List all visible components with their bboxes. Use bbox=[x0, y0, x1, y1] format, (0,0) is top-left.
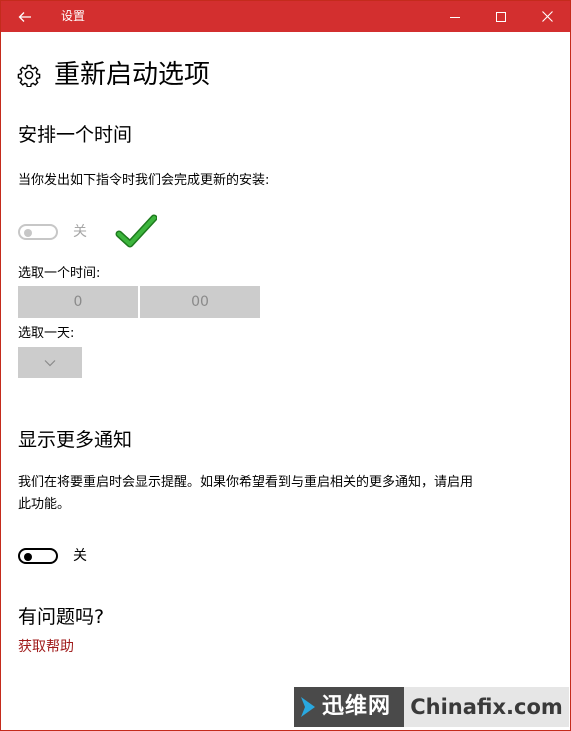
arrow-left-icon bbox=[18, 11, 31, 22]
notifications-description-line2: 此功能。 bbox=[18, 497, 71, 512]
green-checkmark-icon bbox=[115, 214, 157, 248]
minute-field[interactable]: 00 bbox=[140, 286, 260, 318]
maximize-button[interactable] bbox=[478, 1, 524, 32]
page-title: 重新启动选项 bbox=[54, 60, 211, 90]
schedule-toggle-state: 关 bbox=[73, 224, 87, 240]
schedule-toggle[interactable] bbox=[18, 224, 58, 240]
watermark-logo: 迅维网 bbox=[294, 687, 404, 727]
settings-window: 设置 重新启动选项 安排一个时间 当你发出如下指令时我们会完成更新的安装: 关 … bbox=[0, 0, 571, 731]
gear-icon bbox=[17, 64, 41, 87]
notifications-description-line1: 我们在将要重启时会显示提醒。如果你希望看到与重启相关的更多通知，请启用 bbox=[18, 475, 474, 490]
minimize-icon bbox=[450, 16, 460, 18]
notifications-heading: 显示更多通知 bbox=[18, 429, 133, 451]
notifications-toggle-state: 关 bbox=[73, 548, 87, 564]
help-heading: 有问题吗? bbox=[18, 606, 105, 628]
page-header: 重新启动选项 bbox=[17, 57, 210, 93]
day-label: 选取一天: bbox=[18, 326, 75, 341]
time-label: 选取一个时间: bbox=[18, 266, 101, 281]
time-picker[interactable]: 0 00 bbox=[18, 286, 260, 318]
watermark-en-box: Chinafix.com bbox=[404, 687, 569, 727]
schedule-description: 当你发出如下指令时我们会完成更新的安装: bbox=[18, 173, 270, 188]
close-button[interactable] bbox=[524, 1, 570, 32]
notifications-toggle[interactable] bbox=[18, 548, 58, 564]
day-dropdown[interactable] bbox=[18, 347, 82, 378]
hour-field[interactable]: 0 bbox=[18, 286, 138, 318]
maximize-icon bbox=[496, 11, 506, 22]
back-button[interactable] bbox=[1, 1, 49, 32]
watermark-cn-text: 迅维网 bbox=[322, 694, 392, 719]
toggle-knob bbox=[24, 229, 32, 237]
get-help-link[interactable]: 获取帮助 bbox=[18, 638, 74, 657]
watermark-en-text: Chinafix.com bbox=[410, 695, 563, 719]
toggle-knob bbox=[24, 553, 32, 561]
chevron-down-icon bbox=[44, 359, 56, 366]
title-bar: 设置 bbox=[1, 1, 570, 32]
schedule-heading: 安排一个时间 bbox=[18, 124, 133, 146]
close-icon bbox=[541, 11, 553, 22]
arrow-logo-icon bbox=[294, 687, 322, 727]
window-title: 设置 bbox=[61, 9, 86, 23]
minimize-button[interactable] bbox=[432, 1, 478, 32]
